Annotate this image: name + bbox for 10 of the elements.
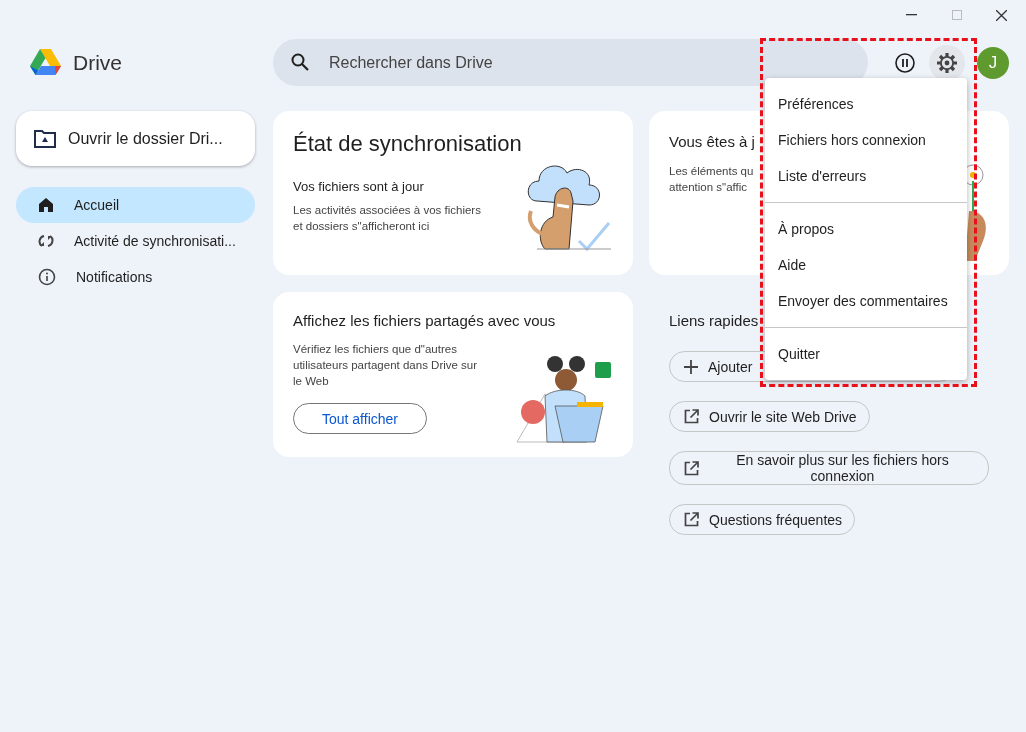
card-text: attention s"affic [669,180,748,195]
card-title: Vous êtes à j [669,133,755,150]
card-title: Affichez les fichiers partagés avec vous [293,312,557,329]
card-text: Les activités associées à vos fichiers et dossiers s"afficheront ici [293,203,482,234]
section-title: Liens rapides [669,312,760,329]
app-name: Drive [73,50,122,75]
card-text: Les éléments qu [669,164,754,179]
card-subtitle: Vos fichiers sont à jour [293,179,425,194]
card-title: État de synchronisation [293,131,523,157]
card-text: Vérifiez les fichiers que d"autres utilisateurs partagent dans Drive sur le Web [293,342,478,389]
